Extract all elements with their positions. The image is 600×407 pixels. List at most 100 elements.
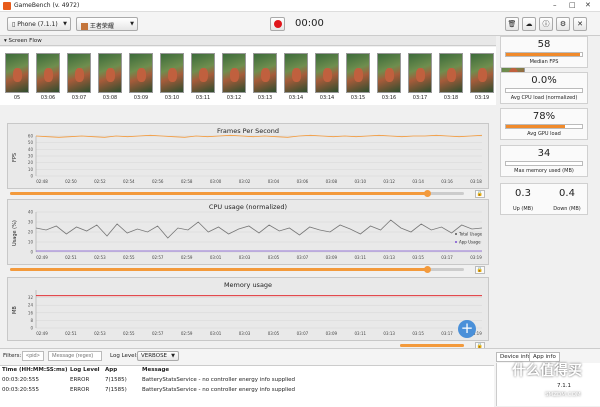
screen-flow-strip[interactable]: 05 03:06 03:07 03:08 03:09 03:10 03:11 03:12 03:… [0,47,525,105]
x-tick-label: 03:05 [268,255,280,260]
screen-thumbnail[interactable] [377,53,401,93]
thumbnail-time: 03:15 [350,95,366,101]
col-level: Log Level [70,367,100,373]
fps-range-slider[interactable] [10,190,464,197]
x-tick-label: 03:05 [268,331,280,336]
log-cell: 7(1585) [105,387,127,393]
x-tick-label: 02:49 [36,255,48,260]
cpu-range-slider[interactable] [10,266,464,273]
cloud-upload-button[interactable]: ☁ [522,17,536,31]
fps-series-line [35,134,483,138]
thumbnail-time: 03:14 [288,95,304,101]
x-tick-label: 03:02 [239,179,251,184]
x-tick-label: 02:55 [123,331,135,336]
x-tick-label: 03:16 [441,179,453,184]
app-dropdown[interactable]: 王者荣耀 ▼ [76,17,138,31]
x-tick-label: 03:12 [383,179,395,184]
y-tick-label: 32 [28,295,34,300]
info-button[interactable]: ⓘ [539,17,553,31]
x-tick-label: 03:14 [412,179,424,184]
thumbnail-time: 03:13 [257,95,273,101]
screen-thumbnail[interactable] [5,53,29,93]
y-tick-label: 0 [30,250,33,255]
pid-filter-input[interactable] [22,351,44,361]
x-tick-label: 02:59 [181,255,193,260]
avg-cpu-value: 0.0% [531,75,557,86]
avg-gpu-label: Avg GPU load [527,131,561,137]
screen-thumbnail[interactable] [67,53,91,93]
y-tick-label: 20 [28,230,34,235]
x-tick-label: 02:58 [181,179,193,184]
screen-thumbnail[interactable] [98,53,122,93]
screen-thumbnail[interactable] [315,53,339,93]
log-cell: 7(1585) [105,377,127,383]
screen-thumbnail[interactable] [191,53,215,93]
thumbnail-time: 03:16 [381,95,397,101]
add-icon[interactable]: + [458,320,476,338]
median-fps-label: Median FPS [529,59,559,65]
screen-thumbnail[interactable] [284,53,308,93]
maximize-icon[interactable]: □ [569,1,576,9]
minimize-icon[interactable]: – [553,1,557,9]
screen-thumbnail[interactable] [346,53,370,93]
cpu-total-series-line [35,219,483,239]
x-tick-label: 03:09 [326,255,338,260]
delete-button[interactable]: 🗑 [505,17,519,31]
x-tick-label: 02:50 [65,179,77,184]
thumbnail-time: 03:17 [412,95,428,101]
thumbnail-time: 03:19 [474,95,490,101]
y-tick-label: 60 [28,134,34,139]
game-character [261,68,270,82]
x-tick-label: 03:00 [210,179,222,184]
cpu-lock-icon[interactable]: 🔒 [475,266,485,274]
close-session-button[interactable]: ✕ [573,17,587,31]
upload-label: Up (MB) [512,206,534,212]
fps-lock-icon[interactable]: 🔒 [475,190,485,198]
log-level-dropdown[interactable]: VERBOSE ▼ [137,351,179,361]
screen-thumbnail[interactable] [222,53,246,93]
screen-thumbnail[interactable] [36,53,60,93]
screen-thumbnail[interactable] [160,53,184,93]
log-cell: BatteryStatsService - no controller ener… [142,387,296,393]
y-tick-label: 40 [28,147,34,152]
message-filter-input[interactable] [48,351,102,361]
avg-cpu-card: 0.0% Avg CPU load (normalized) [500,72,588,104]
y-tick-label: 30 [28,220,34,225]
game-character [447,68,456,82]
x-tick-label: 03:10 [355,179,367,184]
legend-total-marker [455,233,457,235]
screen-flow-label: Screen Flow [8,38,42,44]
game-character [44,68,53,82]
close-window-icon[interactable]: ✕ [585,1,591,9]
app-icon [81,23,88,30]
log-table: Time (HH:MM:SS:ms) Log Level App Message… [0,365,494,407]
thumbnail-time: 03:18 [443,95,459,101]
y-tick-label: 20 [28,160,34,165]
y-tick-label: 40 [28,210,34,215]
record-button[interactable] [270,17,285,31]
memory-range-slider[interactable] [400,344,464,347]
thumbnail-time: 05 [13,95,21,101]
screen-thumbnail[interactable] [470,53,494,93]
screen-thumbnail[interactable] [129,53,153,93]
screen-thumbnail[interactable] [253,53,277,93]
watermark-url: SMZDM.COM [545,392,581,398]
median-fps-bar [505,52,583,57]
median-fps-card: 58 Median FPS [500,36,588,68]
thumbnail-time: 03:10 [164,95,180,101]
device-dropdown[interactable]: ▯ Phone (7.1.1) ▼ [7,17,71,31]
thumbnail-time: 03:09 [133,95,149,101]
log-cell: ERROR [70,387,90,393]
screen-flow-header[interactable]: ▾ Screen Flow [0,36,496,46]
settings-button[interactable]: ⚙ [556,17,570,31]
screen-thumbnail[interactable] [408,53,432,93]
memory-chart: 0 8 16 24 32 02:49 02:51 02:53 02:55 02:57 02:59 03… [28,290,482,336]
x-tick-label: 02:55 [123,255,135,260]
x-tick-label: 03:01 [210,331,222,336]
legend-total-label: Total Usage [458,232,483,237]
y-tick-label: 24 [28,303,34,308]
x-tick-label: 03:13 [383,331,395,336]
y-tick-label: 10 [28,167,34,172]
x-tick-label: 03:04 [268,179,280,184]
screen-thumbnail[interactable] [439,53,463,93]
